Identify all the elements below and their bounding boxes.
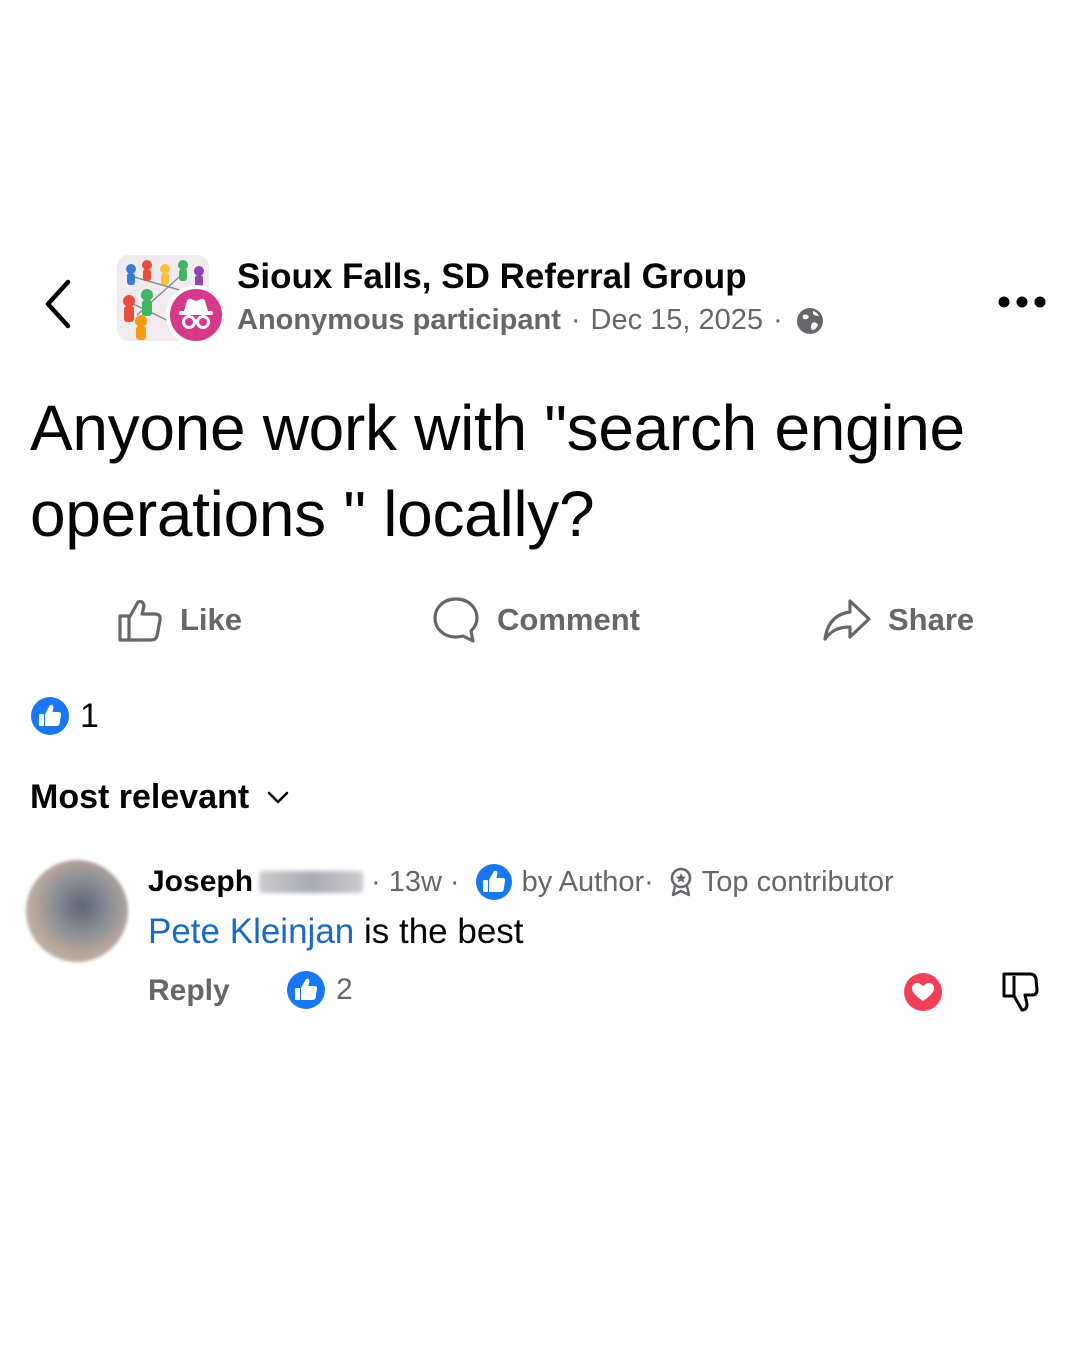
meta-separator: · xyxy=(570,304,581,336)
more-options-button[interactable] xyxy=(996,290,1048,314)
back-button[interactable] xyxy=(36,276,80,332)
like-label: Like xyxy=(180,602,243,637)
post-date[interactable]: Dec 15, 2025 xyxy=(591,304,764,337)
comment-like-count: 2 xyxy=(336,973,353,1006)
comment-sort-dropdown[interactable]: Most relevant xyxy=(30,778,289,817)
reactions-summary[interactable]: 1 xyxy=(30,696,99,736)
thumbs-up-outline-icon xyxy=(118,599,162,642)
post-meta: Anonymous participant · Dec 15, 2025 · xyxy=(237,304,825,337)
post-action-bar: Like Comment Share xyxy=(0,590,1080,650)
like-reaction-icon xyxy=(287,971,325,1009)
mention-link[interactable]: Pete Kleinjan xyxy=(148,912,354,951)
comment-text: is the best xyxy=(354,912,524,951)
share-arrow-icon xyxy=(823,599,871,641)
commenter-name[interactable]: Joseph xyxy=(148,865,253,899)
post-text: Anyone work with "search engine operatio… xyxy=(30,392,965,550)
redacted-surname xyxy=(259,871,364,893)
commenter-avatar[interactable] xyxy=(26,860,128,962)
group-name[interactable]: Sioux Falls, SD Referral Group xyxy=(237,257,747,297)
globe-icon xyxy=(796,307,823,334)
meta-separator: · xyxy=(449,865,460,898)
liked-by-author-icon xyxy=(475,864,512,900)
chevron-left-icon xyxy=(45,279,71,329)
like-reaction-icon xyxy=(31,697,69,735)
heart-reaction-button[interactable] xyxy=(903,972,943,1012)
comment-bubble-icon xyxy=(433,597,479,643)
post-author: Anonymous participant xyxy=(237,304,561,336)
comment-button[interactable]: Comment xyxy=(431,590,640,650)
more-horizontal-icon xyxy=(998,296,1046,308)
incognito-icon xyxy=(179,298,213,329)
reply-button[interactable]: Reply xyxy=(148,974,230,1008)
meta-separator: · xyxy=(773,304,783,336)
share-button[interactable]: Share xyxy=(822,590,974,650)
post-header: Sioux Falls, SD Referral Group Anonymous… xyxy=(0,250,1080,350)
top-contributor-badge[interactable]: Top contributor xyxy=(702,866,894,899)
share-label: Share xyxy=(888,602,975,637)
heart-icon xyxy=(904,973,942,1011)
chevron-down-icon xyxy=(267,791,289,803)
thumbs-down-outline-icon xyxy=(1002,972,1039,1012)
like-button[interactable]: Like xyxy=(116,590,242,650)
liked-by-author-label: by Author xyxy=(521,865,645,898)
comment-label: Comment xyxy=(497,602,640,637)
meta-separator: · xyxy=(371,865,381,898)
award-badge-icon xyxy=(670,867,692,897)
comment-time: 13w xyxy=(388,865,442,898)
dislike-button[interactable] xyxy=(1000,970,1040,1014)
meta-separator: · xyxy=(644,865,654,898)
comment-reaction-summary[interactable]: 2 xyxy=(286,970,353,1010)
comment-body: Pete Kleinjan is the best xyxy=(148,912,524,952)
sort-label: Most relevant xyxy=(30,778,250,816)
comment-header: Joseph · 13w · by Author · Top contribut… xyxy=(148,862,894,902)
reaction-count: 1 xyxy=(80,696,99,735)
anonymous-badge xyxy=(166,285,226,345)
